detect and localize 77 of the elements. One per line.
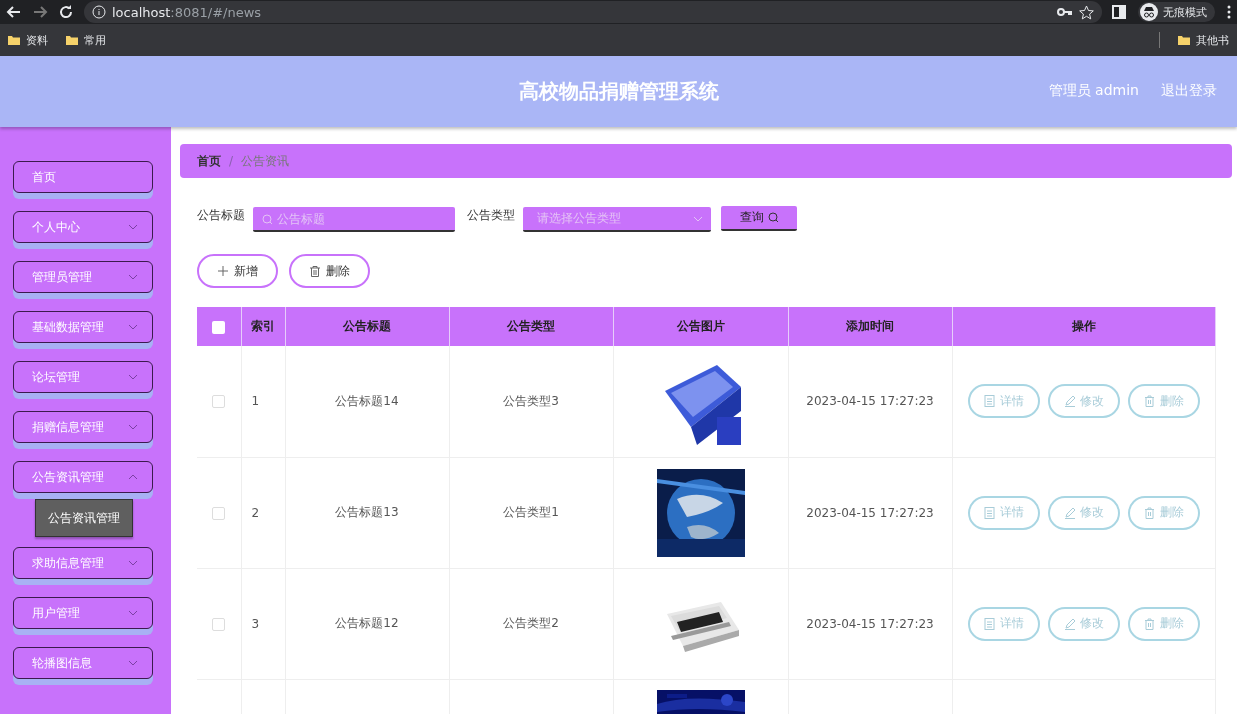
table-cell: 2023-04-15 17:27:23 (788, 457, 952, 568)
table-cell: 2023-04-15 17:27:23 (788, 346, 952, 457)
table-cell: 公告类型3 (449, 346, 613, 457)
column-header: 操作 (952, 307, 1215, 346)
user-name: 管理员 admin (1048, 82, 1139, 100)
search-icon (262, 214, 273, 225)
document-icon (983, 506, 995, 519)
table-cell: 3 (241, 568, 285, 679)
column-header: 公告标题 (285, 307, 449, 346)
pencil-icon (1063, 617, 1075, 630)
chevron-icon (693, 215, 703, 222)
column-header: 公告图片 (613, 307, 788, 346)
field-label: 公告标题 (197, 207, 245, 224)
row-action-button[interactable]: 详情 (967, 495, 1040, 530)
menu-icon[interactable] (1227, 5, 1231, 19)
pencil-icon (1063, 395, 1075, 408)
plus-icon (217, 266, 228, 276)
table-cell: 2023-04-15 17:27:23 (788, 568, 952, 679)
sidebar-icon[interactable] (1112, 5, 1126, 19)
row-action-button[interactable]: 修改 (1047, 606, 1120, 641)
forward-icon[interactable] (32, 4, 48, 20)
table-cell: 公告标题13 (285, 457, 449, 568)
row-checkbox[interactable] (212, 617, 226, 631)
row-action-button[interactable]: 删除 (1127, 606, 1200, 641)
folder-icon (66, 34, 78, 46)
bookmark[interactable]: 资料 (8, 32, 48, 48)
search-field[interactable]: 公告标题 (253, 207, 455, 232)
trash-icon (309, 265, 320, 277)
row-action-button[interactable]: 修改 (1047, 384, 1120, 419)
table-cell: 公告类型2 (449, 568, 613, 679)
url-text: localhost:8081/#/news (112, 4, 262, 20)
sidebar-subitem[interactable]: 公告资讯管理 (35, 499, 133, 537)
add-button[interactable]: 新增 (197, 254, 278, 288)
row-action-button[interactable]: 删除 (1127, 495, 1200, 530)
bookmark[interactable]: 常用 (66, 32, 106, 48)
table-cell: 公告类型1 (449, 457, 613, 568)
back-icon[interactable] (6, 4, 22, 20)
search-button[interactable]: 查询 (721, 205, 797, 231)
bookmark[interactable]: 其他书 (1178, 32, 1229, 48)
reload-icon[interactable] (58, 4, 74, 20)
key-icon[interactable] (1057, 6, 1073, 18)
trash-icon (1143, 395, 1155, 408)
breadcrumb-item[interactable]: 首页 (197, 152, 221, 170)
table-cell: 2 (241, 457, 285, 568)
type-select[interactable]: 请选择公告类型 (523, 207, 711, 232)
trash-icon (1143, 506, 1155, 519)
folder-icon (8, 34, 20, 46)
column-header: 公告类型 (449, 307, 613, 346)
field-label: 公告类型 (467, 207, 515, 224)
column-header: 添加时间 (788, 307, 952, 346)
breadcrumb-item: 公告资讯 (241, 152, 290, 170)
app-title: 高校物品捐赠管理系统 (518, 78, 719, 105)
document-icon (983, 395, 995, 408)
row-checkbox[interactable] (212, 506, 226, 520)
row-action-button[interactable]: 详情 (967, 384, 1040, 419)
column-header: 索引 (241, 307, 285, 346)
incognito-icon (1140, 3, 1158, 21)
info-icon[interactable] (92, 5, 106, 19)
delete-button[interactable]: 删除 (289, 254, 370, 288)
search-icon (767, 211, 779, 223)
logout-link[interactable]: 退出登录 (1161, 82, 1217, 100)
select-all-checkbox[interactable] (212, 320, 226, 334)
star-icon[interactable] (1079, 4, 1094, 20)
pencil-icon (1063, 506, 1075, 519)
table-cell: 1 (241, 346, 285, 457)
row-action-button[interactable]: 删除 (1127, 384, 1200, 419)
row-checkbox[interactable] (212, 395, 226, 409)
folder-icon (1178, 34, 1190, 46)
address-bar[interactable]: localhost:8081/#/news (84, 1, 1102, 23)
breadcrumb-separator: / (229, 154, 234, 168)
table-cell: 公告标题12 (285, 568, 449, 679)
table-cell: 公告标题14 (285, 346, 449, 457)
row-action-button[interactable]: 详情 (967, 606, 1040, 641)
row-action-button[interactable]: 修改 (1047, 495, 1120, 530)
incognito-badge[interactable]: 无痕模式 (1138, 2, 1215, 22)
document-icon (983, 617, 995, 630)
trash-icon (1143, 617, 1155, 630)
